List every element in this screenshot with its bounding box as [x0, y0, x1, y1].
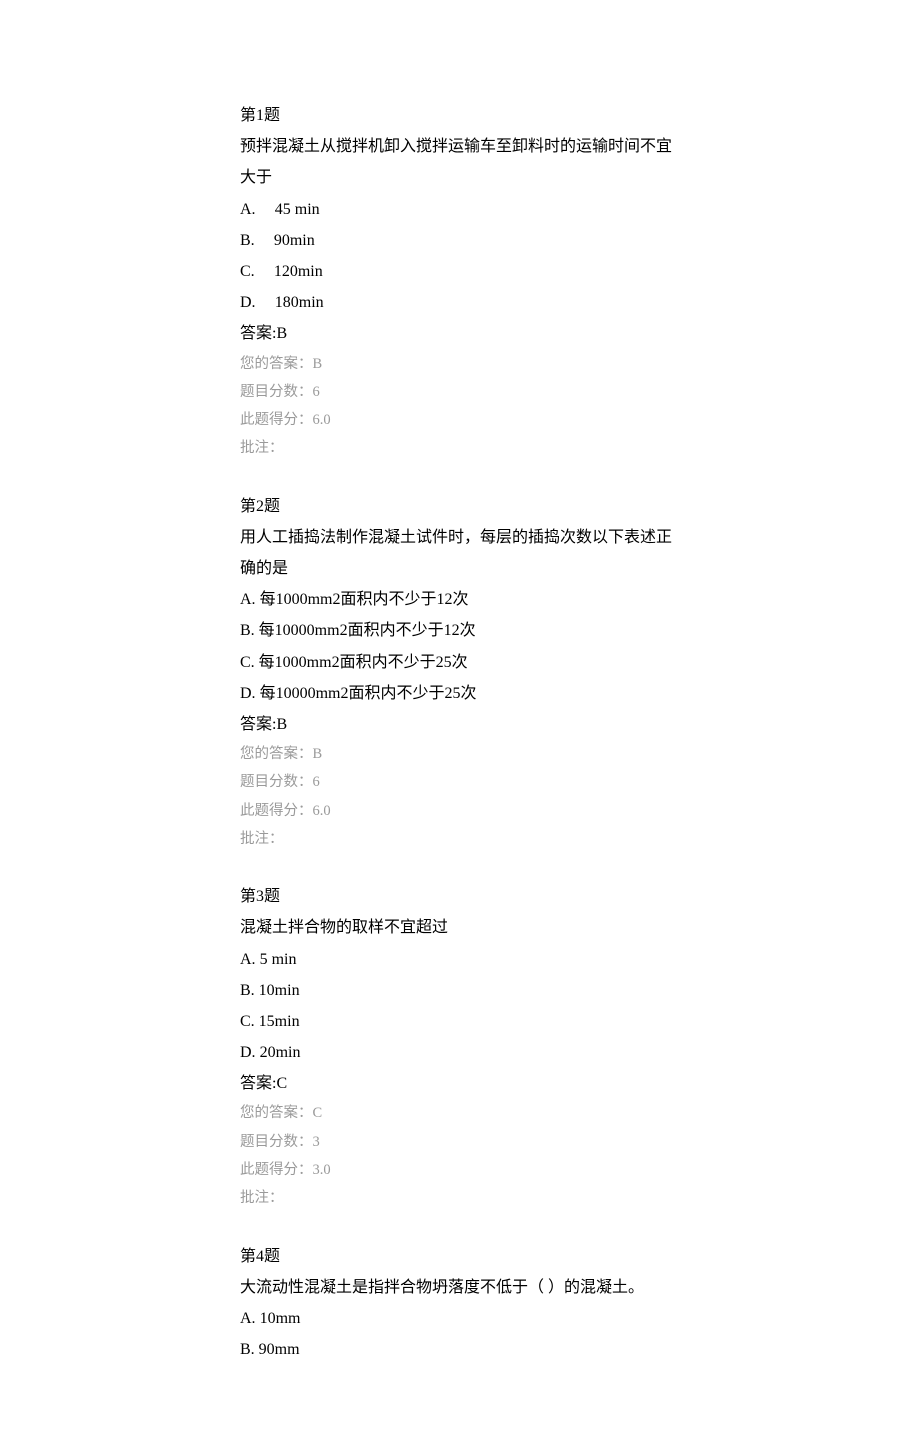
question-title: 第3题	[240, 881, 680, 912]
option: B. 每10000mm2面积内不少于12次	[240, 615, 680, 646]
option: D. 每10000mm2面积内不少于25次	[240, 678, 680, 709]
option-letter: B.	[240, 1341, 255, 1358]
question-score: 题目分数：3	[240, 1128, 680, 1156]
option-letter: C.	[240, 654, 255, 671]
earned-score: 此题得分：6.0	[240, 797, 680, 825]
option-text: 180min	[275, 294, 324, 311]
earned-score: 此题得分：6.0	[240, 406, 680, 434]
question-block: 第1题预拌混凝土从搅拌机卸入搅拌运输车至卸料时的运输时间不宜大于 A. 45 min…	[240, 100, 680, 463]
your-answer: 您的答案：B	[240, 350, 680, 378]
correct-answer: 答案:B	[240, 709, 680, 740]
option: B. 90min	[240, 225, 680, 256]
option-letter: A.	[240, 1310, 256, 1327]
question-text: 预拌混凝土从搅拌机卸入搅拌运输车至卸料时的运输时间不宜大于	[240, 131, 680, 193]
option-letter: B.	[240, 622, 255, 639]
question-title: 第4题	[240, 1241, 680, 1272]
option-text: 90min	[274, 232, 315, 249]
remark: 批注：	[240, 825, 680, 853]
option: B. 10min	[240, 975, 680, 1006]
option-text: 每10000mm2面积内不少于25次	[260, 685, 477, 702]
option: C. 15min	[240, 1006, 680, 1037]
question-title: 第2题	[240, 491, 680, 522]
question-block: 第2题用人工插捣法制作混凝土试件时，每层的插捣次数以下表述正确的是A. 每100…	[240, 491, 680, 854]
option-text: 120min	[274, 263, 323, 280]
option: A. 每1000mm2面积内不少于12次	[240, 584, 680, 615]
option-letter: A.	[240, 201, 256, 218]
question-text: 混凝土拌合物的取样不宜超过	[240, 912, 680, 943]
option-letter: A.	[240, 591, 256, 608]
option: D. 180min	[240, 287, 680, 318]
your-answer: 您的答案：B	[240, 740, 680, 768]
option-letter: D.	[240, 685, 256, 702]
option: A. 5 min	[240, 944, 680, 975]
option: D. 20min	[240, 1037, 680, 1068]
option-text: 每1000mm2面积内不少于12次	[260, 591, 469, 608]
option-letter: B.	[240, 232, 255, 249]
option-letter: B.	[240, 982, 255, 999]
remark: 批注：	[240, 434, 680, 462]
option-text: 10min	[259, 982, 300, 999]
correct-answer: 答案:B	[240, 318, 680, 349]
option-letter: D.	[240, 294, 256, 311]
question-score: 题目分数：6	[240, 768, 680, 796]
question-text: 大流动性混凝土是指拌合物坍落度不低于（ ）的混凝土。	[240, 1272, 680, 1303]
option-text: 45 min	[275, 201, 320, 218]
option: A. 10mm	[240, 1303, 680, 1334]
option-letter: C.	[240, 1013, 255, 1030]
option-text: 90mm	[259, 1341, 300, 1358]
question-title: 第1题	[240, 100, 680, 131]
option-text: 每10000mm2面积内不少于12次	[259, 622, 476, 639]
option-letter: A.	[240, 951, 256, 968]
option-text: 20min	[260, 1044, 301, 1061]
correct-answer: 答案:C	[240, 1068, 680, 1099]
question-score: 题目分数：6	[240, 378, 680, 406]
question-text: 用人工插捣法制作混凝土试件时，每层的插捣次数以下表述正确的是	[240, 522, 680, 584]
option-letter: C.	[240, 263, 255, 280]
option-letter: D.	[240, 1044, 256, 1061]
option-text: 每1000mm2面积内不少于25次	[259, 654, 468, 671]
option-text: 15min	[259, 1013, 300, 1030]
question-block: 第3题混凝土拌合物的取样不宜超过A. 5 minB. 10minC. 15min…	[240, 881, 680, 1212]
your-answer: 您的答案：C	[240, 1099, 680, 1127]
option: C. 每1000mm2面积内不少于25次	[240, 647, 680, 678]
question-block: 第4题大流动性混凝土是指拌合物坍落度不低于（ ）的混凝土。A. 10mmB. 9…	[240, 1241, 680, 1366]
option: B. 90mm	[240, 1334, 680, 1365]
option: A. 45 min	[240, 194, 680, 225]
option-text: 5 min	[260, 951, 297, 968]
option: C. 120min	[240, 256, 680, 287]
remark: 批注：	[240, 1184, 680, 1212]
option-text: 10mm	[260, 1310, 301, 1327]
earned-score: 此题得分：3.0	[240, 1156, 680, 1184]
